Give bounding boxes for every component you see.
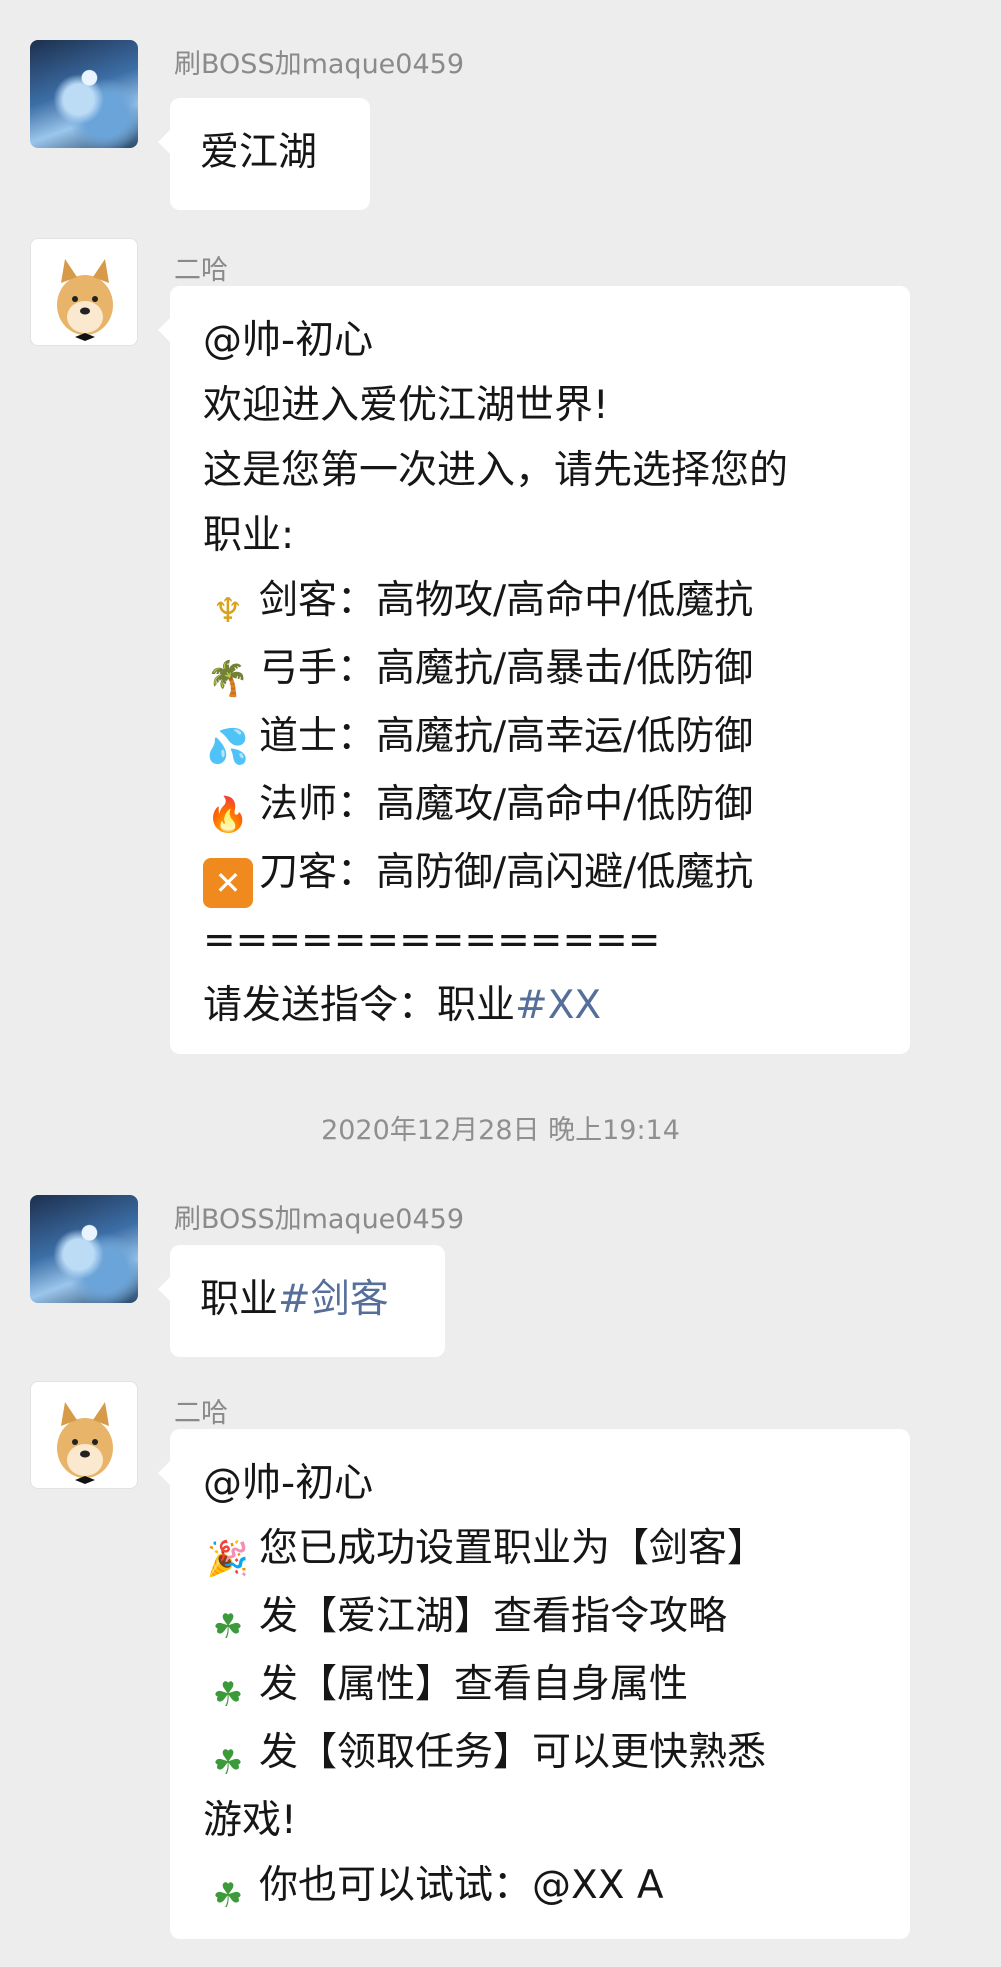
- message-text: ☘ 发【爱江湖】查看指令攻略: [203, 1584, 877, 1652]
- clover-icon: ☘: [212, 1743, 244, 1783]
- message-bubble[interactable]: @帅-初心 欢迎进入爱优江湖世界! 这是您第一次进入，请先选择您的 职业: ♆ 剑…: [158, 286, 910, 1054]
- message-bubble[interactable]: 职业#剑客: [158, 1245, 445, 1357]
- sender-name: 刷BOSS加maque0459: [174, 49, 464, 80]
- class-option-archer: 🌴 弓手：高魔抗/高暴击/低防御: [203, 636, 877, 704]
- bot-avatar[interactable]: [30, 1381, 138, 1489]
- message-text: 游戏!: [203, 1798, 297, 1843]
- timestamp: 2020年12月28日 晚上19:14: [321, 1115, 680, 1146]
- sweat-droplets-icon: 💦: [206, 727, 250, 767]
- divider-text: ==============: [203, 918, 661, 963]
- command-hint: 请发送指令：职业#XX: [203, 983, 602, 1028]
- message-text: 欢迎进入爱优江湖世界!: [203, 383, 609, 428]
- message-text: 爱江湖: [200, 130, 318, 175]
- fire-icon: 🔥: [206, 795, 250, 835]
- mention-text: @帅-初心: [203, 318, 374, 363]
- class-option-blade: ✕ 刀客：高防御/高闪避/低魔抗: [203, 840, 877, 908]
- message-text: ☘ 发【属性】查看自身属性: [203, 1652, 877, 1720]
- cross-box-icon: ✕: [203, 858, 253, 908]
- palm-tree-icon: 🌴: [206, 659, 250, 699]
- message-text: ☘ 你也可以试试：@XX A: [203, 1853, 877, 1921]
- class-option-taoist: 💦 道士：高魔抗/高幸运/低防御: [203, 704, 877, 772]
- clover-icon: ☘: [212, 1607, 244, 1647]
- class-option-mage: 🔥 法师：高魔攻/高命中/低防御: [203, 772, 877, 840]
- party-popper-icon: 🎉: [206, 1539, 250, 1579]
- clover-icon: ☘: [212, 1675, 244, 1715]
- trident-icon: ♆: [212, 591, 244, 631]
- sender-name: 二哈: [174, 1398, 228, 1429]
- mention-text: @帅-初心: [203, 1461, 374, 1506]
- hashtag-link[interactable]: #剑客: [278, 1277, 389, 1322]
- sender-name: 二哈: [174, 255, 228, 286]
- user-avatar[interactable]: [30, 1195, 138, 1303]
- class-option-swordsman: ♆ 剑客：高物攻/高命中/低魔抗: [203, 568, 877, 636]
- message-text: 🎉 您已成功设置职业为【剑客】: [203, 1516, 877, 1584]
- message-bubble[interactable]: @帅-初心 🎉 您已成功设置职业为【剑客】 ☘ 发【爱江湖】查看指令攻略 ☘ 发【属性…: [158, 1429, 910, 1939]
- bot-avatar[interactable]: [30, 238, 138, 346]
- hashtag-link[interactable]: #XX: [515, 983, 601, 1028]
- message-text: ☘ 发【领取任务】可以更快熟悉: [203, 1720, 877, 1788]
- user-avatar[interactable]: [30, 40, 138, 148]
- message-bubble[interactable]: 爱江湖: [158, 98, 370, 210]
- message-text: 这是您第一次进入，请先选择您的: [203, 448, 789, 493]
- clover-icon: ☘: [212, 1876, 244, 1916]
- doge-icon: [57, 259, 113, 341]
- doge-icon: [57, 1402, 113, 1484]
- message-text: 职业:: [203, 513, 295, 558]
- message-text: 职业#剑客: [200, 1277, 389, 1322]
- sender-name: 刷BOSS加maque0459: [174, 1204, 464, 1235]
